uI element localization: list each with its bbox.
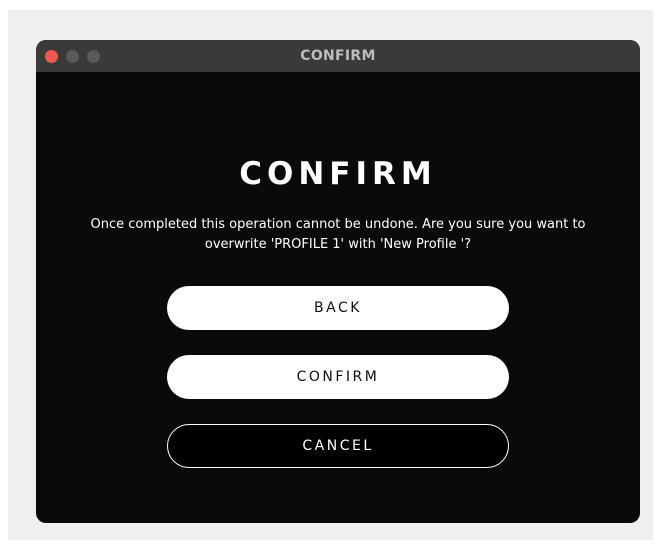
dialog-heading: CONFIRM (239, 156, 437, 192)
dialog-message: Once completed this operation cannot be … (86, 215, 590, 255)
back-button[interactable]: BACK (167, 286, 509, 330)
cancel-button[interactable]: CANCEL (167, 424, 509, 468)
confirm-button[interactable]: CONFIRM (167, 355, 509, 399)
window-titlebar: CONFIRM (36, 40, 640, 72)
message-line-2: overwrite 'PROFILE 1' with 'New Profile … (204, 237, 472, 252)
window-title: CONFIRM (300, 48, 376, 64)
message-line-1: Once completed this operation cannot be … (90, 217, 586, 232)
confirm-window: CONFIRM CONFIRM Once completed this oper… (36, 40, 640, 523)
